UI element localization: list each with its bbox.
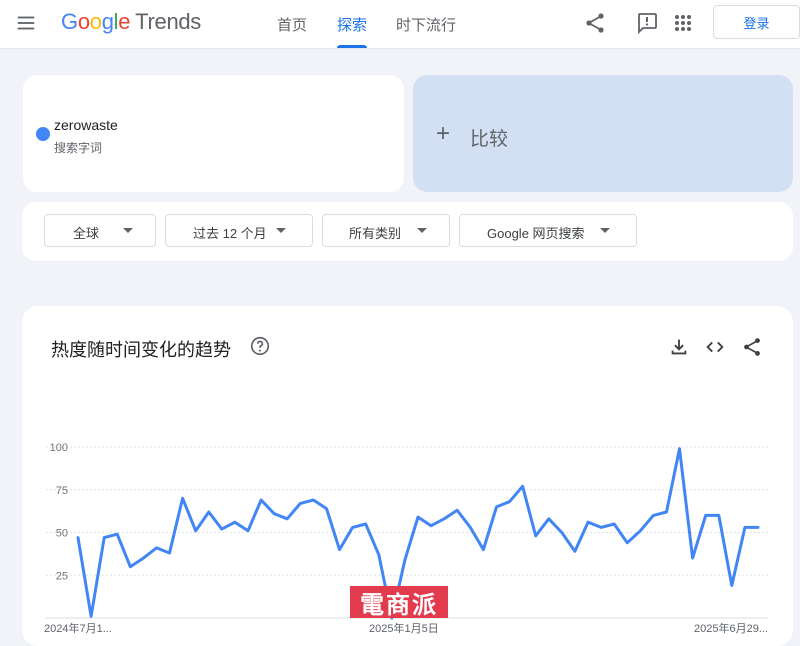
menu-icon[interactable] xyxy=(15,12,37,34)
help-icon[interactable] xyxy=(249,335,271,357)
time-filter[interactable]: 过去 12 个月 xyxy=(165,214,313,247)
logo-trends: Trends xyxy=(135,9,202,34)
logo-google: Google xyxy=(61,9,130,34)
compare-label[interactable]: 比较 xyxy=(470,124,508,151)
chart-title: 热度随时间变化的趋势 xyxy=(51,340,231,360)
feedback-icon[interactable] xyxy=(635,11,659,35)
search-term-card[interactable] xyxy=(23,75,404,192)
dropdown-arrow-icon xyxy=(276,228,286,233)
dropdown-arrow-icon xyxy=(417,228,427,233)
search-term-name[interactable]: zerowaste xyxy=(54,117,118,133)
share-icon[interactable] xyxy=(741,336,763,358)
apps-grid-icon[interactable] xyxy=(671,11,695,35)
nav-explore[interactable]: 探索 xyxy=(337,14,367,35)
watermark-logo: 電商派 xyxy=(350,586,448,619)
search-property-filter-label: Google 网页搜索 xyxy=(487,226,585,241)
logo-letter: o xyxy=(77,9,90,34)
logo-letter: e xyxy=(118,9,131,34)
google-trends-logo[interactable]: Google Trends xyxy=(61,9,201,35)
category-filter-label: 所有类别 xyxy=(349,226,402,241)
logo-letter: o xyxy=(89,9,102,34)
search-term-type: 搜索字词 xyxy=(54,141,103,155)
dropdown-arrow-icon xyxy=(600,228,610,233)
category-filter[interactable]: 所有类别 xyxy=(322,214,450,247)
search-property-filter[interactable]: Google 网页搜索 xyxy=(459,214,637,247)
dropdown-arrow-icon xyxy=(123,228,133,233)
region-filter[interactable]: 全球 xyxy=(44,214,156,247)
term-color-dot xyxy=(36,127,50,141)
active-nav-indicator xyxy=(337,45,367,48)
logo-letter: G xyxy=(61,9,78,34)
embed-icon[interactable] xyxy=(704,336,726,358)
logo-letter: g xyxy=(101,9,114,34)
region-filter-label: 全球 xyxy=(73,226,100,241)
download-icon[interactable] xyxy=(668,336,690,358)
share-icon[interactable] xyxy=(583,11,607,35)
time-filter-label: 过去 12 个月 xyxy=(193,226,267,241)
top-bar: Google Trends 首页 探索 时下流行 登录 xyxy=(0,0,800,49)
nav-home[interactable]: 首页 xyxy=(277,14,307,35)
add-icon[interactable]: + xyxy=(436,120,450,148)
login-button[interactable]: 登录 xyxy=(713,5,800,39)
nav-trending-now[interactable]: 时下流行 xyxy=(396,14,456,35)
